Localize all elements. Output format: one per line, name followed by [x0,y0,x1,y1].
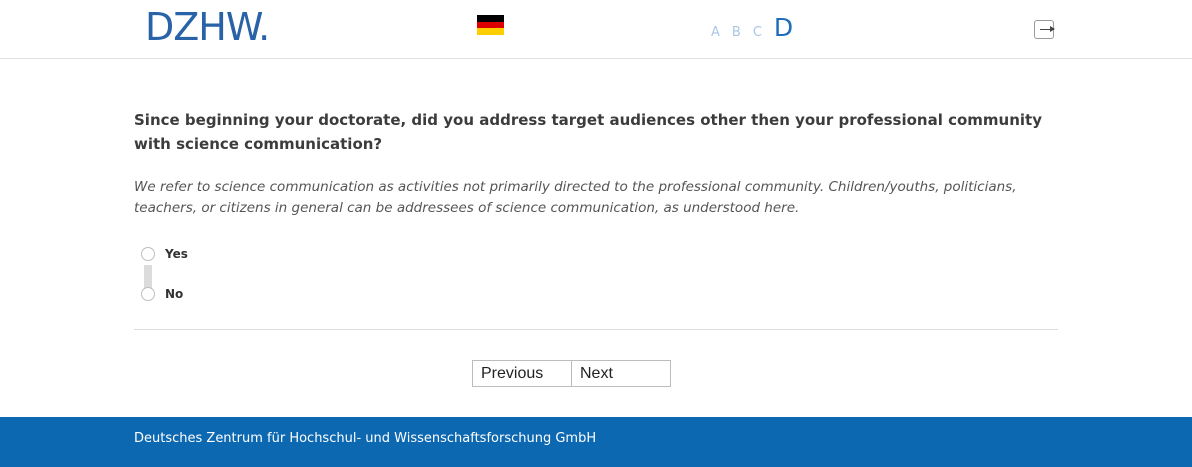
question-instruction: We refer to science communication as act… [134,179,1017,216]
german-flag-icon[interactable] [477,15,504,35]
footer-text: Deutsches Zentrum für Hochschul- und Wis… [134,431,597,446]
flag-band-red [477,21,504,29]
next-button[interactable]: Next [572,360,671,387]
question-container: Since beginning your doctorate, did you … [134,108,1058,315]
previous-button[interactable]: Previous [472,360,572,387]
option-no-label: No [165,287,184,301]
font-size-c[interactable]: C [753,25,762,42]
radio-yes[interactable] [141,247,155,261]
flag-band-black [477,15,504,22]
header: DZHW. A B C D [0,0,1192,59]
arrow-right-icon [1040,26,1055,32]
answer-options: Yes No [134,245,1058,315]
dzhw-logo: DZHW. [145,5,270,49]
font-size-switcher: A B C D [711,12,793,42]
question-text: Since beginning your doctorate, did you … [134,111,1042,153]
option-yes-label: Yes [165,247,188,261]
radio-no[interactable] [141,287,155,301]
flag-band-gold [477,28,504,35]
divider [134,329,1058,330]
footer: Deutsches Zentrum für Hochschul- und Wis… [0,417,1192,467]
option-no[interactable]: No [141,287,183,301]
font-size-b[interactable]: B [732,25,741,42]
navigation-buttons: Previous Next [472,360,671,387]
font-size-d[interactable]: D [774,14,793,42]
logout-icon[interactable] [1034,20,1055,39]
option-yes[interactable]: Yes [141,247,188,261]
font-size-a[interactable]: A [711,25,720,42]
